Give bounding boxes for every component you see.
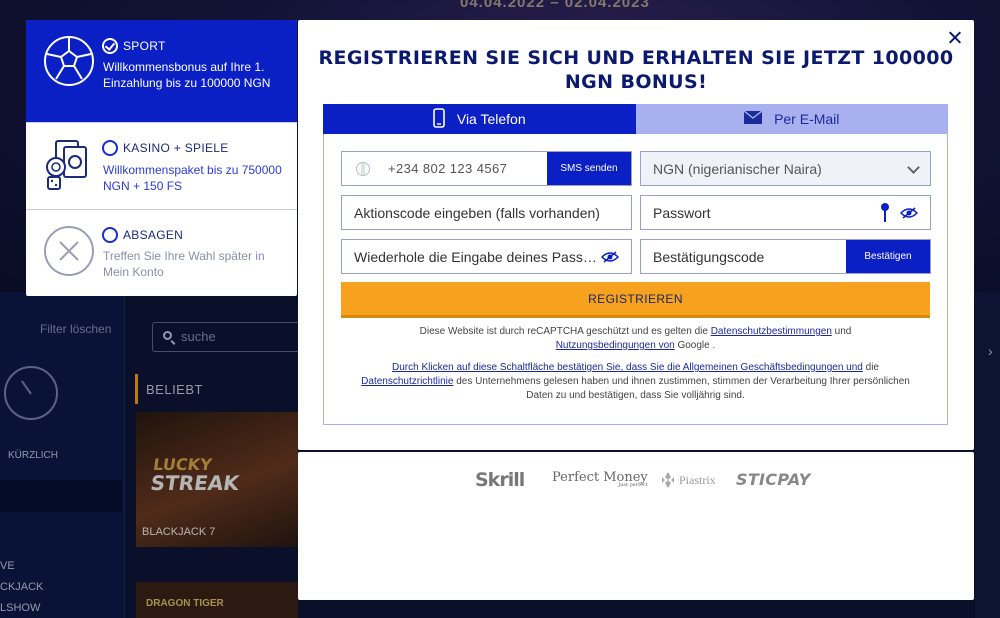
confirm-code-button[interactable]: Bestätigen bbox=[846, 240, 930, 273]
bonus-selector: SPORT Willkommensbonus auf Ihre 1. Einza… bbox=[26, 20, 297, 296]
payment-methods-panel: Skrill Perfect Money Just perfect Piastr… bbox=[298, 452, 974, 600]
check-icon bbox=[104, 40, 116, 51]
eye-slash-icon[interactable] bbox=[601, 251, 619, 263]
cancel-x-icon bbox=[42, 224, 96, 278]
currency-value: NGN (nigerianischer Naira) bbox=[653, 160, 822, 177]
currency-select[interactable]: NGN (nigerianischer Naira) bbox=[640, 151, 931, 186]
piastrix-name: Piastrix bbox=[679, 472, 716, 487]
confirmation-code-input[interactable]: Bestätigungscode Bestätigen bbox=[640, 239, 931, 274]
tab-email[interactable]: Per E-Mail bbox=[635, 104, 948, 134]
bonus-option-casino[interactable]: KASINO + SPIELE Willkommenspaket bis zu … bbox=[26, 123, 297, 210]
registration-tabs: Via Telefon Per E-Mail bbox=[323, 104, 948, 134]
tab-phone[interactable]: Via Telefon bbox=[323, 104, 636, 134]
casino-cards-icon bbox=[42, 137, 96, 191]
bonus-option-title: ABSAGEN bbox=[123, 228, 184, 242]
registration-modal: REGISTRIEREN SIE SICH UND ERHALTEN SIE J… bbox=[298, 20, 974, 450]
recaptcha-text: Diese Website ist durch reCAPTCHA geschü… bbox=[419, 326, 708, 337]
repeat-password-placeholder: Wiederhole die Eingabe deines Passworts bbox=[354, 248, 604, 265]
envelope-icon bbox=[743, 110, 763, 127]
tab-label: Per E-Mail bbox=[774, 111, 840, 127]
phone-placeholder: +234 802 123 4567 bbox=[388, 161, 508, 176]
bonus-option-title: SPORT bbox=[123, 39, 166, 53]
eye-slash-icon[interactable] bbox=[900, 207, 918, 219]
register-button[interactable]: REGISTRIEREN bbox=[341, 282, 930, 318]
google-text: Google . bbox=[677, 340, 716, 351]
consent-notice: Durch Klicken auf diese Schaltfläche bes… bbox=[348, 361, 923, 403]
privacy-policy-link[interactable]: Datenschutzrichtlinie bbox=[361, 376, 453, 387]
bonus-option-title: KASINO + SPIELE bbox=[123, 141, 229, 155]
password-placeholder: Passwort bbox=[653, 204, 711, 221]
chevron-down-icon bbox=[907, 161, 920, 174]
country-flag-icon[interactable] bbox=[356, 162, 370, 176]
bonus-option-sport[interactable]: SPORT Willkommensbonus auf Ihre 1. Einza… bbox=[26, 20, 297, 123]
radio-unselected[interactable] bbox=[102, 227, 118, 243]
smartphone-icon bbox=[433, 107, 445, 131]
skrill-logo: Skrill bbox=[475, 469, 525, 491]
bonus-option-description: Willkommensbonus auf Ihre 1. Einzahlung … bbox=[103, 60, 271, 90]
bonus-option-description: Treffen Sie Ihre Wahl später in Mein Kon… bbox=[103, 249, 265, 279]
bonus-option-cancel[interactable]: ABSAGEN Treffen Sie Ihre Wahl später in … bbox=[26, 210, 297, 296]
recaptcha-notice: Diese Website ist durch reCAPTCHA geschü… bbox=[348, 325, 923, 353]
terms-conditions-link[interactable]: Durch Klicken auf diese Schaltfläche bes… bbox=[392, 362, 863, 373]
phone-field[interactable]: +234 802 123 4567 SMS senden bbox=[341, 151, 632, 186]
key-icon[interactable] bbox=[880, 202, 890, 224]
terms-of-use-link[interactable]: Nutzungsbedingungen von bbox=[556, 340, 675, 351]
perfect-money-logo: Perfect Money Just perfect bbox=[552, 470, 648, 488]
radio-unselected[interactable] bbox=[102, 140, 118, 156]
repeat-password-input[interactable]: Wiederhole die Eingabe deines Passworts bbox=[341, 239, 632, 274]
consent-text: des Unternehmens gelesen haben und ihnen… bbox=[456, 376, 910, 401]
modal-title: REGISTRIEREN SIE SICH UND ERHALTEN SIE J… bbox=[318, 47, 954, 93]
promo-code-input[interactable]: Aktionscode eingeben (falls vorhanden) bbox=[341, 195, 632, 230]
promo-code-placeholder: Aktionscode eingeben (falls vorhanden) bbox=[354, 204, 600, 221]
soccer-ball-icon bbox=[42, 34, 96, 88]
radio-selected[interactable] bbox=[102, 38, 118, 54]
piastrix-logo: Piastrix bbox=[660, 471, 716, 489]
and-text: und bbox=[834, 326, 852, 337]
privacy-policy-link[interactable]: Datenschutzbestimmungen bbox=[711, 326, 832, 337]
piastrix-mark-icon bbox=[662, 472, 674, 488]
confirmation-code-placeholder: Bestätigungscode bbox=[653, 248, 765, 265]
password-input[interactable]: Passwort bbox=[640, 195, 931, 230]
bonus-option-description: Willkommenspaket bis zu 750000 NGN + 150… bbox=[103, 163, 282, 193]
sticpay-logo: STICPAY bbox=[736, 470, 811, 489]
send-sms-button[interactable]: SMS senden bbox=[547, 152, 631, 185]
tab-label: Via Telefon bbox=[456, 111, 526, 127]
consent-mid-text: die bbox=[865, 362, 879, 373]
